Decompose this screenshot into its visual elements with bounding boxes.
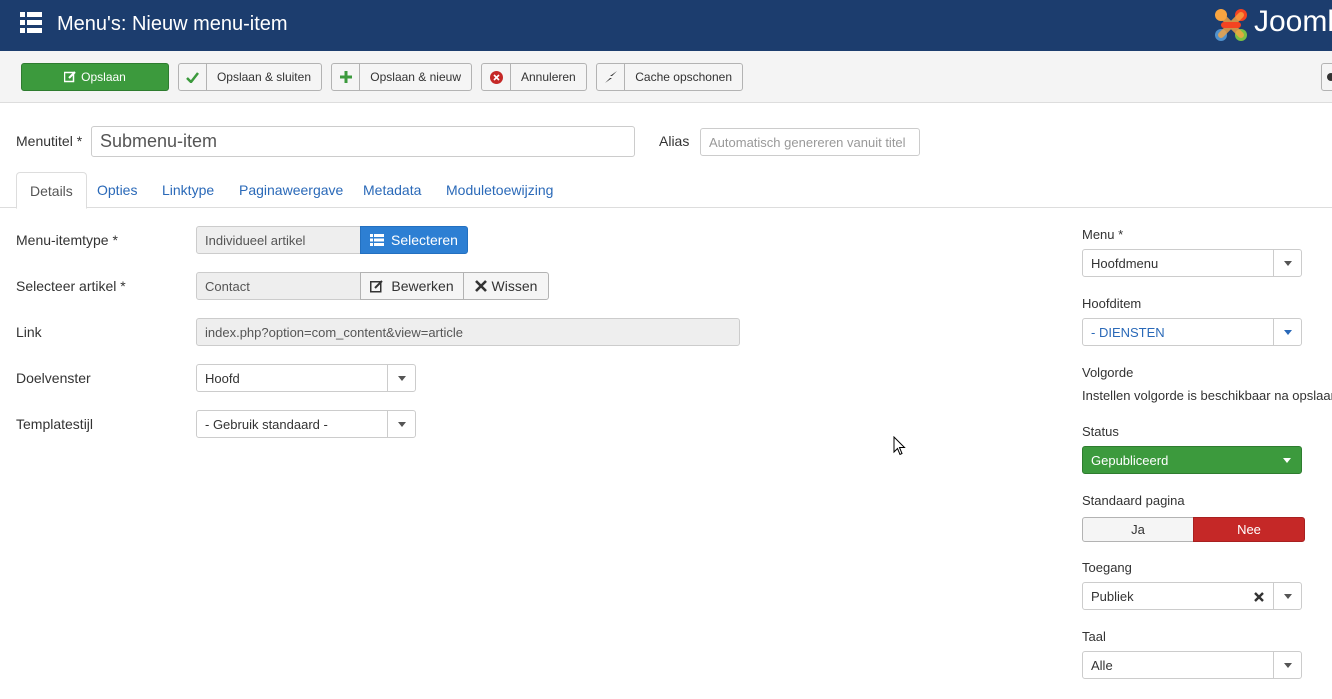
tab-page-display[interactable]: Paginaweergave bbox=[226, 172, 356, 208]
title-input[interactable]: Submenu-item bbox=[91, 126, 635, 157]
parent-item-value: - DIENSTEN bbox=[1091, 324, 1165, 340]
tab-linktype[interactable]: Linktype bbox=[149, 172, 227, 208]
gear-icon bbox=[1322, 64, 1332, 90]
title-label: Menutitel * bbox=[16, 133, 83, 149]
edit-icon bbox=[64, 64, 81, 90]
chevron-down-icon bbox=[387, 411, 415, 437]
select-article-label: Selecteer artikel * bbox=[16, 278, 126, 294]
link-field: index.php?option=com_content&view=articl… bbox=[196, 318, 740, 346]
chevron-down-icon bbox=[1273, 652, 1301, 678]
chevron-down-icon bbox=[387, 365, 415, 391]
language-value: Alle bbox=[1091, 657, 1113, 673]
target-window-select[interactable]: Hoofd bbox=[196, 364, 416, 392]
menu-select[interactable]: Hoofdmenu bbox=[1082, 249, 1302, 277]
menu-grid-icon[interactable] bbox=[20, 12, 42, 34]
save-label: Opslaan bbox=[81, 70, 126, 84]
clear-article-label: Wissen bbox=[491, 278, 538, 294]
select-type-button[interactable]: Selecteren bbox=[360, 226, 468, 254]
toolbar: Opslaan Opslaan & sluiten Opslaan & nieu… bbox=[0, 51, 1332, 103]
check-icon bbox=[179, 64, 207, 90]
template-style-value: - Gebruik standaard - bbox=[205, 416, 328, 432]
tab-details[interactable]: Details bbox=[16, 172, 87, 209]
brand-name: Joomla! bbox=[1254, 5, 1332, 38]
clear-cache-button[interactable]: Cache opschonen bbox=[596, 63, 743, 91]
ordering-label: Volgorde bbox=[1082, 365, 1134, 380]
header-bar: Menu's: Nieuw menu-item Joomla! bbox=[0, 0, 1332, 51]
page-title: Menu's: Nieuw menu-item bbox=[57, 13, 288, 35]
status-value: Gepubliceerd bbox=[1091, 452, 1169, 468]
lightning-icon bbox=[597, 64, 626, 90]
save-close-button[interactable]: Opslaan & sluiten bbox=[178, 63, 322, 91]
cancel-label: Annuleren bbox=[521, 70, 576, 84]
save-new-button[interactable]: Opslaan & nieuw bbox=[331, 63, 472, 91]
save-button[interactable]: Opslaan bbox=[21, 63, 169, 91]
language-label: Taal bbox=[1082, 629, 1106, 644]
select-type-label: Selecteren bbox=[391, 232, 458, 248]
chevron-down-icon bbox=[1273, 583, 1301, 609]
options-button[interactable] bbox=[1321, 63, 1332, 91]
mouse-cursor-icon bbox=[893, 436, 906, 456]
menu-item-type-field: Individueel artikel bbox=[196, 226, 361, 254]
cancel-button[interactable]: Annuleren bbox=[481, 63, 587, 91]
chevron-down-icon bbox=[1273, 319, 1301, 345]
edit-article-label: Bewerken bbox=[391, 278, 454, 294]
save-new-label: Opslaan & nieuw bbox=[370, 70, 461, 84]
list-icon bbox=[370, 234, 385, 246]
template-style-label: Templatestijl bbox=[16, 416, 94, 432]
link-label: Link bbox=[16, 324, 42, 340]
language-select[interactable]: Alle bbox=[1082, 651, 1302, 679]
access-select[interactable]: Publiek bbox=[1082, 582, 1302, 610]
save-close-label: Opslaan & sluiten bbox=[216, 70, 311, 84]
tab-bar: Details Opties Linktype Paginaweergave M… bbox=[0, 172, 1332, 209]
alias-input[interactable]: Automatisch genereren vanuit titel bbox=[700, 128, 920, 156]
menu-label: Menu * bbox=[1082, 227, 1124, 242]
target-window-value: Hoofd bbox=[205, 370, 240, 386]
status-select[interactable]: Gepubliceerd bbox=[1082, 446, 1302, 474]
tab-metadata[interactable]: Metadata bbox=[350, 172, 434, 208]
plus-icon bbox=[332, 64, 361, 90]
clear-selection-icon[interactable] bbox=[1254, 592, 1264, 602]
chevron-down-icon bbox=[1273, 447, 1301, 473]
menu-value: Hoofdmenu bbox=[1091, 255, 1159, 271]
template-style-select[interactable]: - Gebruik standaard - bbox=[196, 410, 416, 438]
joomla-logo-icon[interactable] bbox=[1212, 6, 1250, 44]
default-page-no[interactable]: Nee bbox=[1193, 517, 1305, 542]
parent-item-select[interactable]: - DIENSTEN bbox=[1082, 318, 1302, 346]
parent-item-label: Hoofditem bbox=[1082, 296, 1142, 311]
default-page-label: Standaard pagina bbox=[1082, 493, 1185, 508]
selected-article-field: Contact bbox=[196, 272, 361, 300]
clear-cache-label: Cache opschonen bbox=[635, 70, 732, 84]
alias-label: Alias bbox=[659, 133, 690, 149]
access-value: Publiek bbox=[1091, 588, 1134, 604]
tab-options[interactable]: Opties bbox=[84, 172, 150, 208]
cancel-circle-icon bbox=[482, 64, 511, 90]
status-label: Status bbox=[1082, 424, 1119, 439]
default-page-yes[interactable]: Ja bbox=[1082, 517, 1194, 542]
tab-module-assignment[interactable]: Moduletoewijzing bbox=[433, 172, 566, 208]
edit-icon bbox=[370, 279, 384, 292]
target-window-label: Doelvenster bbox=[16, 370, 91, 386]
access-label: Toegang bbox=[1082, 560, 1132, 575]
clear-article-button[interactable]: Wissen bbox=[463, 272, 549, 300]
chevron-down-icon bbox=[1273, 250, 1301, 276]
menu-item-type-label: Menu-itemtype * bbox=[16, 232, 118, 248]
edit-article-button[interactable]: Bewerken bbox=[360, 272, 464, 300]
close-icon bbox=[474, 280, 487, 292]
ordering-note: Instellen volgorde is beschikbaar na ops… bbox=[1082, 388, 1332, 403]
